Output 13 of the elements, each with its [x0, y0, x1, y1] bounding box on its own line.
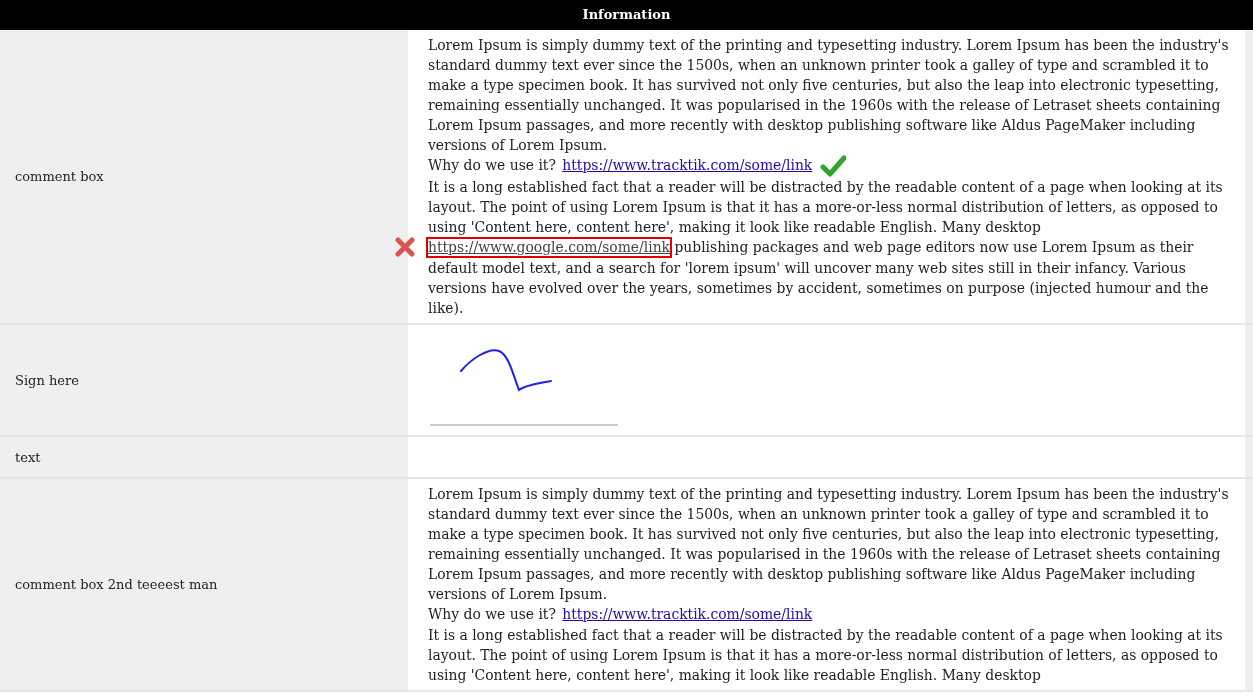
header-title: Information	[0, 0, 1253, 30]
link[interactable]: https://www.tracktik.com/some/link	[560, 155, 815, 176]
field-label: comment box	[15, 169, 104, 184]
link[interactable]: https://www.tracktik.com/some/link	[560, 604, 815, 625]
comment-paragraph: Why do we use it? https://www.tracktik.com/some/link	[428, 155, 1231, 177]
field-label: comment box 2nd teeeest man	[15, 577, 218, 592]
field-label: Sign here	[15, 372, 79, 388]
comment-paragraph: Why do we use it? https://www.tracktik.com/some/link	[428, 604, 1231, 625]
comment-paragraph: It is a long established fact that a reader will be distracted by the readable content of a page when looking at its layout. The point of using Lorem Ipsum is that it has a more-or-less normal distribution of letters, as opposed to using 'Content here, content here', making it look like readable English. Many desktop https://www.google.com/some/link publishing packages and web page editors now use Lorem Ipsum as their default model text, and a search for 'lorem ipsum' will uncover many web sites still in their infancy. Various versions have evolved over the years, sometimes by accident, sometimes on purpose (injected humour and the like).	[428, 177, 1231, 318]
field-label: text	[15, 449, 41, 465]
comment-paragraph: Lorem Ipsum is simply dummy text of the printing and typesetting industry. Lorem Ipsum has been the industry's standard dummy text ever since the 1500s, when an unknown printer took a galley of type and scrambled it to make a type specimen book. It has survived not only five centuries, but also the leap into electronic typesetting, remaining essentially unchanged. It was popularised in the 1960s with the release of Letraset sheets containing Lorem Ipsum passages, and more recently with desktop publishing software like Aldus PageMaker including versions of Lorem Ipsum.	[428, 485, 1230, 604]
comment-paragraph: Lorem Ipsum is simply dummy text of the printing and typesetting industry. Lorem Ipsum has been the industry's standard dummy text ever since the 1500s, when an unknown printer took a galley of type and scrambled it to make a type specimen book. It has survived not only five centuries, but also the leap into electronic typesetting, remaining essentially unchanged. It was popularised in the 1960s with the release of Letraset sheets containing Lorem Ipsum passages, and more recently with desktop publishing software like Aldus PageMaker including versions of Lorem Ipsum.	[428, 36, 1230, 155]
comment-paragraph: It is a long established fact that a reader will be distracted by the readable content of a page when looking at its layout. The point of using Lorem Ipsum is that it has a more-or-less normal distribution of letters, as opposed to using 'Content here, content here', making it look like readable English. Many desktop	[428, 626, 1224, 685]
